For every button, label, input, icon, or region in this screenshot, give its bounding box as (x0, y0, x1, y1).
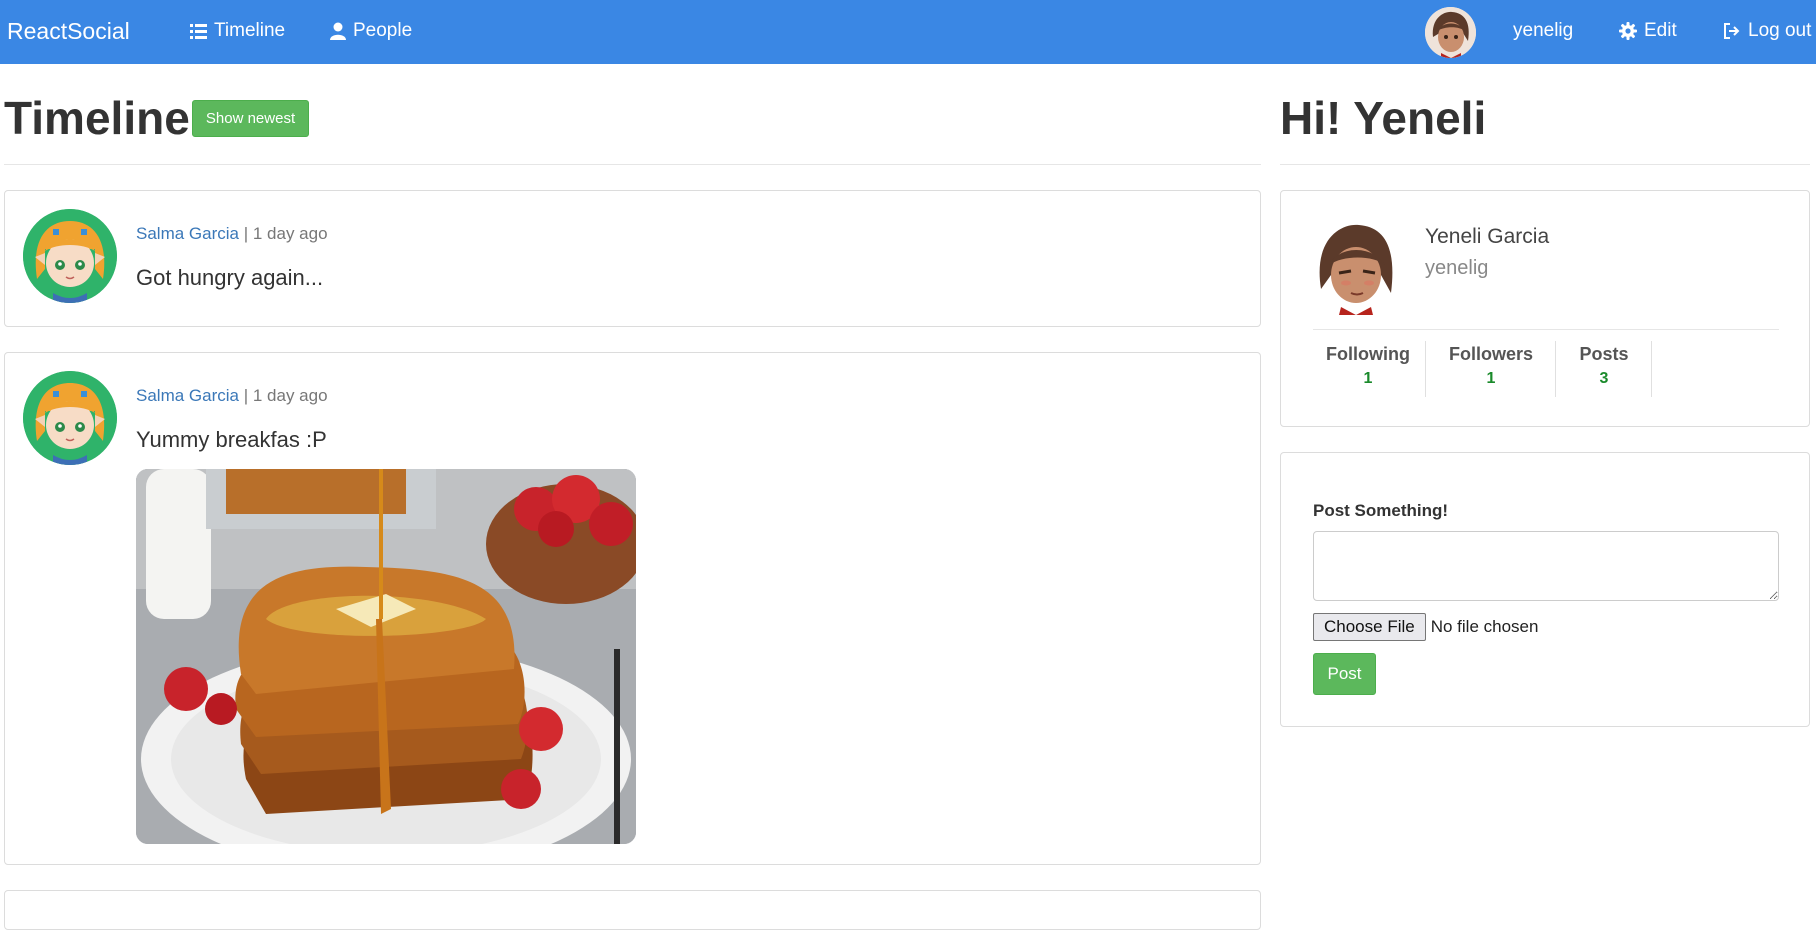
stat-following[interactable]: Following 1 (1313, 341, 1423, 397)
gear-icon (1619, 22, 1637, 40)
stat-posts[interactable]: Posts 3 (1557, 341, 1651, 397)
nav-logout-label: Log out (1748, 20, 1812, 41)
greeting-divider (1280, 164, 1810, 165)
user-icon (330, 22, 346, 40)
file-input: Choose File No file chosen (1313, 613, 1538, 641)
navbar: ReactSocial Timeline People yenelig Edit… (0, 0, 1816, 64)
post-meta: Salma Garcia | 1 day ago (136, 386, 328, 406)
post-meta: Salma Garcia | 1 day ago (136, 224, 328, 244)
post-text: Got hungry again... (136, 265, 324, 290)
meta-separator: | (243, 386, 249, 405)
stat-followers-value: 1 (1486, 370, 1496, 387)
list-icon (190, 23, 207, 39)
show-newest-button[interactable]: Show newest (192, 100, 309, 137)
post-card (4, 890, 1261, 930)
profile-username: yenelig (1425, 257, 1489, 279)
stat-divider (1651, 341, 1652, 397)
stat-posts-value: 3 (1599, 370, 1609, 387)
post-text: Yummy breakfas :P (136, 427, 327, 452)
profile-divider (1313, 329, 1779, 330)
compose-textarea[interactable] (1313, 531, 1779, 601)
post-author-link[interactable]: Salma Garcia (136, 224, 239, 243)
post-submit-button[interactable]: Post (1313, 653, 1376, 695)
profile-name: Yeneli Garcia (1425, 225, 1550, 248)
stat-divider (1555, 341, 1556, 397)
post-card: Salma Garcia | 1 day ago Yummy breakfas … (4, 352, 1261, 865)
greeting-heading: Hi! Yeneli (1280, 92, 1487, 144)
stat-followers[interactable]: Followers 1 (1427, 341, 1555, 397)
nav-people[interactable]: People (330, 20, 412, 42)
nav-timeline[interactable]: Timeline (190, 20, 285, 42)
title-divider (4, 164, 1261, 165)
nav-timeline-label: Timeline (214, 20, 286, 41)
nav-logout[interactable]: Log out (1723, 20, 1811, 42)
brand-logo[interactable]: ReactSocial (7, 18, 130, 45)
post-time: 1 day ago (252, 386, 328, 405)
profile-avatar[interactable] (1311, 219, 1401, 315)
stat-posts-label: Posts (1579, 344, 1629, 364)
meta-separator: | (243, 224, 249, 243)
post-card: Salma Garcia | 1 day ago Got hungry agai… (4, 190, 1261, 327)
stat-following-label: Following (1326, 344, 1410, 364)
stat-following-value: 1 (1363, 370, 1373, 387)
nav-edit[interactable]: Edit (1619, 20, 1677, 42)
logout-icon (1723, 22, 1741, 40)
stat-followers-label: Followers (1448, 344, 1533, 364)
compose-card: Post Something! Choose File No file chos… (1280, 452, 1810, 727)
profile-card: Yeneli Garcia yenelig Following 1 Follow… (1280, 190, 1810, 427)
post-time: 1 day ago (252, 224, 328, 243)
nav-people-label: People (353, 20, 413, 41)
post-author-link[interactable]: Salma Garcia (136, 386, 239, 405)
nav-username[interactable]: yenelig (1513, 20, 1573, 42)
page-title: Timeline (4, 92, 190, 144)
choose-file-button[interactable]: Choose File (1313, 613, 1426, 641)
post-author-avatar[interactable] (23, 209, 117, 303)
post-author-avatar[interactable] (23, 371, 117, 465)
stat-divider (1425, 341, 1426, 397)
file-status: No file chosen (1430, 617, 1539, 636)
compose-label: Post Something! (1313, 501, 1449, 520)
nav-edit-label: Edit (1644, 20, 1677, 41)
post-image[interactable] (136, 469, 636, 844)
nav-avatar[interactable] (1425, 7, 1476, 58)
